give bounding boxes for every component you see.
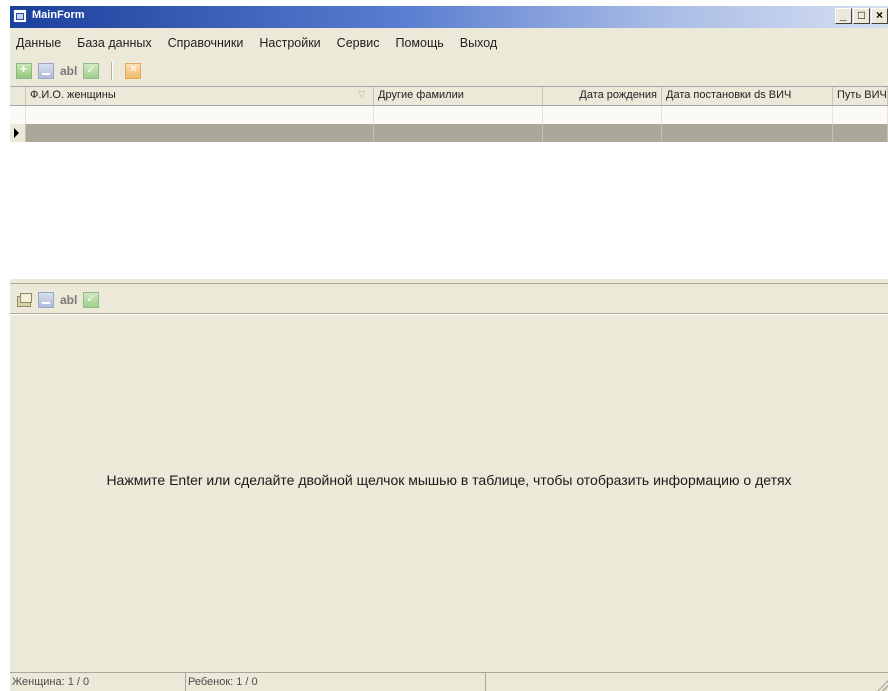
table-cell[interactable] xyxy=(662,124,833,142)
app-icon[interactable] xyxy=(13,9,27,23)
column-header-other-surnames[interactable]: Другие фамилии xyxy=(374,87,543,105)
main-window: MainForm _ □ × Данные База данных Справо… xyxy=(10,6,888,691)
column-header-hiv-diagnosis-date[interactable]: Дата постановки ds ВИЧ xyxy=(662,87,833,105)
menu-settings[interactable]: Настройки xyxy=(253,36,330,50)
row-pointer-icon xyxy=(14,128,19,138)
main-toolbar: abl xyxy=(10,58,888,84)
status-bar: Женщина: 1 / 0 Ребенок: 1 / 0 xyxy=(10,672,888,691)
open-folder-icon[interactable] xyxy=(16,292,32,308)
edit-icon[interactable]: abl xyxy=(60,293,77,307)
status-child: Ребенок: 1 / 0 xyxy=(186,673,486,691)
column-header-name[interactable]: Ф.И.О. женщины ▽ xyxy=(26,87,374,105)
grid-header: Ф.И.О. женщины ▽ Другие фамилии Дата рож… xyxy=(10,87,888,106)
resize-grip-icon[interactable] xyxy=(876,680,888,691)
column-header-birth-date[interactable]: Дата рождения xyxy=(543,87,662,105)
window-title: MainForm xyxy=(32,9,85,21)
save-icon[interactable] xyxy=(83,63,100,79)
table-cell[interactable] xyxy=(543,106,662,124)
panel-splitter[interactable] xyxy=(10,278,888,284)
table-cell[interactable] xyxy=(374,124,543,142)
table-row[interactable] xyxy=(10,106,888,125)
menu-help[interactable]: Помощь xyxy=(389,36,453,50)
column-header-hiv-path[interactable]: Путь ВИЧ xyxy=(833,87,888,105)
row-selector-header xyxy=(10,87,26,105)
table-cell[interactable] xyxy=(833,106,888,124)
menu-data[interactable]: Данные xyxy=(10,36,71,50)
table-cell[interactable] xyxy=(26,124,374,142)
row-selector[interactable] xyxy=(10,124,26,142)
add-icon[interactable] xyxy=(16,62,32,79)
menu-exit[interactable]: Выход xyxy=(454,36,507,50)
menu-references[interactable]: Справочники xyxy=(162,36,254,50)
row-selector[interactable] xyxy=(10,106,26,124)
delete-icon[interactable] xyxy=(38,63,54,79)
minimize-button[interactable]: _ xyxy=(835,8,852,24)
maximize-button[interactable]: □ xyxy=(853,8,870,24)
table-cell[interactable] xyxy=(374,106,543,124)
table-cell[interactable] xyxy=(662,106,833,124)
table-cell[interactable] xyxy=(833,124,888,142)
children-hint-message: Нажмите Enter или сделайте двойной щелчо… xyxy=(106,472,792,488)
column-header-label: Ф.И.О. женщины xyxy=(30,89,116,101)
sort-icon: ▽ xyxy=(358,89,365,99)
menu-bar: Данные База данных Справочники Настройки… xyxy=(10,30,888,56)
menu-service[interactable]: Сервис xyxy=(331,36,390,50)
women-grid[interactable]: Ф.И.О. женщины ▽ Другие фамилии Дата рож… xyxy=(10,86,888,283)
table-row-current[interactable] xyxy=(10,124,888,142)
menu-database[interactable]: База данных xyxy=(71,36,161,50)
save-icon[interactable] xyxy=(83,292,100,308)
toolbar-separator xyxy=(111,62,114,80)
close-button[interactable]: × xyxy=(871,8,888,24)
cancel-icon[interactable] xyxy=(125,63,142,79)
detail-toolbar: abl xyxy=(10,287,888,313)
table-cell[interactable] xyxy=(543,124,662,142)
divider xyxy=(10,313,888,315)
table-cell[interactable] xyxy=(26,106,374,124)
edit-icon[interactable]: abl xyxy=(60,64,77,78)
status-woman: Женщина: 1 / 0 xyxy=(10,673,186,691)
delete-icon[interactable] xyxy=(38,292,54,308)
title-bar[interactable]: MainForm _ □ × xyxy=(10,6,888,28)
